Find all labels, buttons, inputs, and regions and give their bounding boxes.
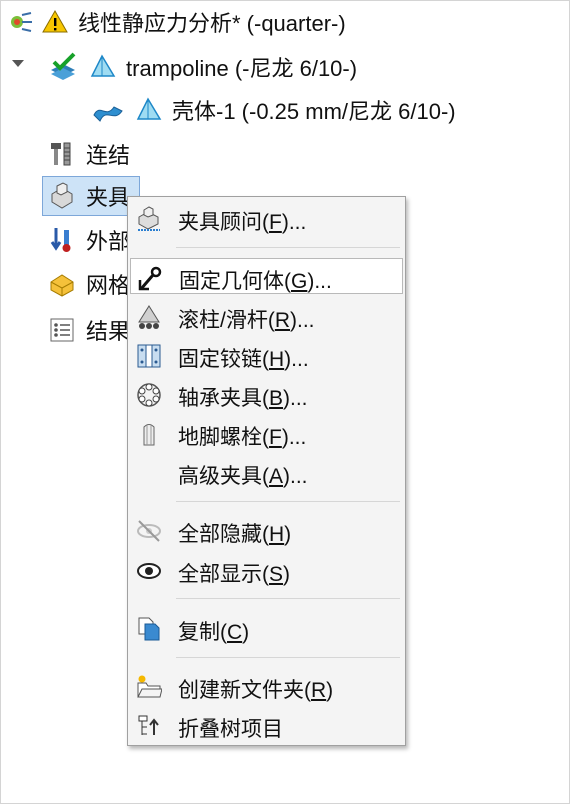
hide-all-icon [136,518,162,544]
external-loads-label: 外部 [86,229,131,254]
show-all-icon [136,558,162,584]
bearing-fixture-icon [136,382,162,408]
menu-label-pre: 轴承夹具( [178,387,269,410]
menu-accel-key: B [269,387,284,410]
menu-item-fixture-advisor[interactable]: 夹具顾问(F)... [130,200,403,236]
menu-accel-key: R [311,679,327,702]
roller-slider-icon [136,304,162,330]
fixed-geometry-icon [137,265,163,291]
sheet-body-icon [136,97,162,123]
menu-label-pre: 地脚螺栓( [178,426,269,449]
study-icon [8,9,34,35]
mesh-icon [48,270,76,298]
menu-item-foundation-bolt[interactable]: 地脚螺栓(F)... [130,415,403,451]
menu-item-hide-all[interactable]: 全部隐藏(H) [130,512,403,548]
mesh-check-icon [48,52,78,82]
tree-item-shell[interactable]: 壳体-1 (-0.25 mm/尼龙 6/10-) [92,92,456,128]
study-label: 线性静应力分析* (-quarter-) [78,11,346,36]
shell-label: 壳体-1 (-0.25 mm/尼龙 6/10-) [172,99,456,124]
menu-accel-key: G [291,270,308,293]
menu-accel-key: S [269,563,284,586]
menu-label-post: )... [307,270,332,293]
external-loads-icon [48,226,76,254]
menu-item-roller-slider[interactable]: 滚柱/滑杆(R)... [130,298,403,334]
tree-item-fixtures[interactable]: 夹具 [48,178,130,214]
foundation-bolt-icon [136,421,162,447]
menu-label-post: ) [242,621,250,644]
fixtures-icon [48,182,76,210]
menu-item-show-all[interactable]: 全部显示(S) [130,552,403,588]
sheet-body-icon [90,54,116,80]
menu-accel-key: F [269,426,282,449]
menu-label-post: )... [281,211,307,234]
menu-item-advanced-fixtures[interactable]: 高级夹具(A)... [130,454,403,490]
menu-accel-key: F [269,211,282,234]
menu-accel-key: H [269,523,285,546]
menu-item-fixed-hinge[interactable]: 固定铰链(H)... [130,337,403,373]
menu-accel-key: H [269,348,285,371]
menu-accel-key: R [274,309,290,332]
fixed-hinge-icon [136,343,162,369]
warning-icon [42,9,68,35]
results-icon [48,316,76,344]
menu-label-pre: 全部隐藏( [178,523,269,546]
menu-label-post: ) [283,563,291,586]
menu-label-pre: 高级夹具( [178,465,269,488]
tree-item-connections[interactable]: 连结 [48,136,130,172]
connections-icon [48,140,76,168]
menu-item-bearing-fixture[interactable]: 轴承夹具(B)... [130,376,403,412]
menu-item-collapse-tree[interactable]: 折叠树项目 [130,707,403,743]
new-folder-icon [136,674,163,700]
copy-icon [136,616,162,642]
menu-label-pre: 全部显示( [178,563,269,586]
collapse-arrow-icon[interactable] [12,60,24,67]
fixtures-label: 夹具 [86,185,131,210]
menu-accel-key: A [269,465,284,488]
mesh-label: 网格 [86,273,131,298]
context-menu: 夹具顾问(F)... 固定几何体(G)... 滚柱/滑杆(R)... 固定铰链(… [127,196,406,746]
menu-label-pre: 折叠树项目 [178,718,283,741]
tree-item-external-loads[interactable]: 外部 [48,222,130,258]
tree-item-results[interactable]: 结果 [48,312,130,348]
menu-separator [176,247,400,248]
menu-label-pre: 固定铰链( [178,348,269,371]
results-label: 结果 [86,319,131,344]
menu-label-post: )... [283,465,308,488]
menu-label-pre: 滚柱/滑杆( [178,309,275,332]
menu-accel-key: C [227,621,243,644]
menu-label-post: ) [284,523,292,546]
menu-label-post: )... [284,348,309,371]
tree-item-mesh[interactable]: 网格 [48,266,130,302]
menu-label-post: )... [290,309,315,332]
shell-icon [92,97,124,123]
menu-label-pre: 创建新文件夹( [178,679,311,702]
tree-item-study[interactable]: 线性静应力分析* (-quarter-) [8,4,346,40]
part-label: trampoline (-尼龙 6/10-) [126,56,358,81]
menu-label-pre: 固定几何体( [179,270,291,293]
menu-label-pre: 夹具顾问( [178,211,269,234]
menu-label-post: )... [283,387,308,410]
fixture-advisor-icon [136,206,162,232]
collapse-tree-icon [136,713,162,739]
menu-item-copy[interactable]: 复制(C) [130,610,403,646]
tree-item-part[interactable]: trampoline (-尼龙 6/10-) [48,49,357,85]
menu-separator [176,501,400,502]
menu-label-post: ) [326,679,334,702]
menu-item-fixed-geometry[interactable]: 固定几何体(G)... [130,258,403,294]
menu-label-pre: 复制( [178,621,227,644]
menu-item-new-folder[interactable]: 创建新文件夹(R) [130,668,403,704]
menu-separator [176,598,400,599]
connections-label: 连结 [86,143,131,168]
menu-separator [176,657,400,658]
menu-label-post: )... [281,426,307,449]
